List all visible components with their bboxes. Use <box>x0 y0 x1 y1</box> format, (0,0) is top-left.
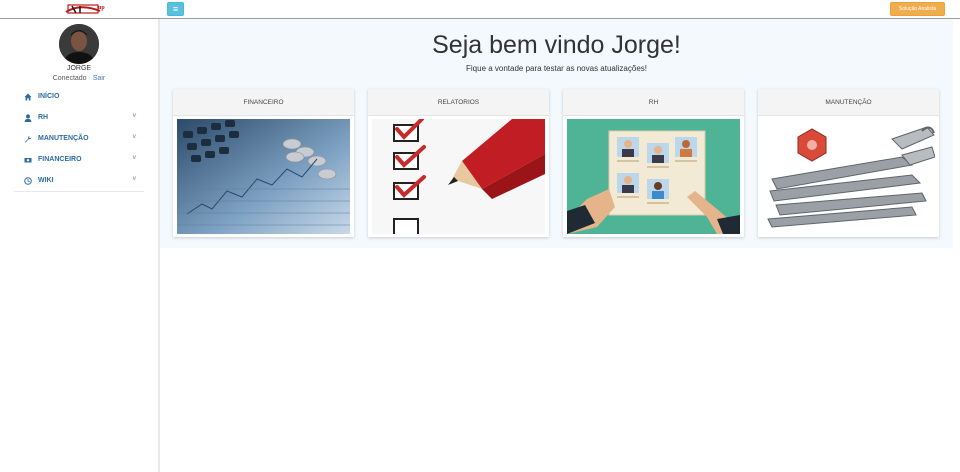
avatar[interactable] <box>59 24 99 64</box>
wrench-icon <box>24 135 32 143</box>
svg-text:up: up <box>98 5 105 11</box>
card-title: RH <box>563 89 744 116</box>
finance-photo[interactable] <box>177 119 350 234</box>
sidebar-item-label: RH <box>38 114 49 121</box>
card-title: MANUTENÇÃO <box>758 89 939 116</box>
sidebar-item-label: FINANCEIRO <box>38 156 82 163</box>
hr-illustration[interactable] <box>567 119 740 234</box>
sidebar-item-manutencao[interactable]: MANUTENÇÃO v <box>14 128 144 149</box>
sidebar-item-rh[interactable]: RH v <box>14 107 144 128</box>
sidebar-item-wiki[interactable]: WIKI v <box>14 170 144 191</box>
card-title: FINANCEIRO <box>173 89 354 116</box>
tools-photo[interactable] <box>762 119 935 234</box>
user-name: JORGE <box>66 65 92 72</box>
top-navbar: up ≡ Solução Analista <box>0 0 960 19</box>
clock-icon <box>24 176 32 185</box>
menu-toggle-button[interactable]: ≡ <box>167 2 184 16</box>
card-relatorios[interactable]: RELATORIOS <box>368 89 549 237</box>
sidebar-item-financeiro[interactable]: FINANCEIRO v <box>14 149 144 170</box>
chevron-down-icon: v <box>132 155 136 161</box>
money-icon <box>24 156 32 164</box>
checklist-photo[interactable] <box>372 119 545 234</box>
logout-link[interactable]: Sair <box>93 75 105 82</box>
page-title: Seja bem vindo Jorge! <box>432 31 681 59</box>
solution-analyst-button[interactable]: Solução Analista <box>890 2 945 16</box>
connection-status: Conectado <box>52 75 87 82</box>
card-title: RELATORIOS <box>368 89 549 116</box>
chevron-down-icon: v <box>132 134 136 140</box>
home-icon <box>24 93 32 101</box>
sidebar-nav: INÍCIO RH v MANUTENÇÃO v FINANCEIRO v WI… <box>14 86 144 192</box>
page-subtitle: Fique a vontade para testar as novas atu… <box>466 64 647 73</box>
user-status-line: Conectado · Sair <box>0 75 158 82</box>
card-financeiro[interactable]: FINANCEIRO <box>173 89 354 237</box>
welcome-jumbotron: Seja bem vindo Jorge! Fique a vontade pa… <box>160 19 953 248</box>
sidebar-item-label: INÍCIO <box>38 93 60 100</box>
sidebar: JORGE Conectado · Sair INÍCIO RH v MANUT… <box>0 19 160 472</box>
sidebar-item-inicio[interactable]: INÍCIO <box>14 86 144 107</box>
chevron-down-icon: v <box>132 176 136 182</box>
card-manutencao[interactable]: MANUTENÇÃO <box>758 89 939 237</box>
chevron-down-icon: v <box>132 113 136 119</box>
main-content: Seja bem vindo Jorge! Fique a vontade pa… <box>160 19 960 472</box>
app-logo[interactable]: up <box>60 1 112 17</box>
user-icon <box>24 113 32 122</box>
sidebar-item-label: MANUTENÇÃO <box>38 135 89 142</box>
card-rh[interactable]: RH <box>563 89 744 237</box>
sidebar-item-label: WIKI <box>38 177 54 184</box>
